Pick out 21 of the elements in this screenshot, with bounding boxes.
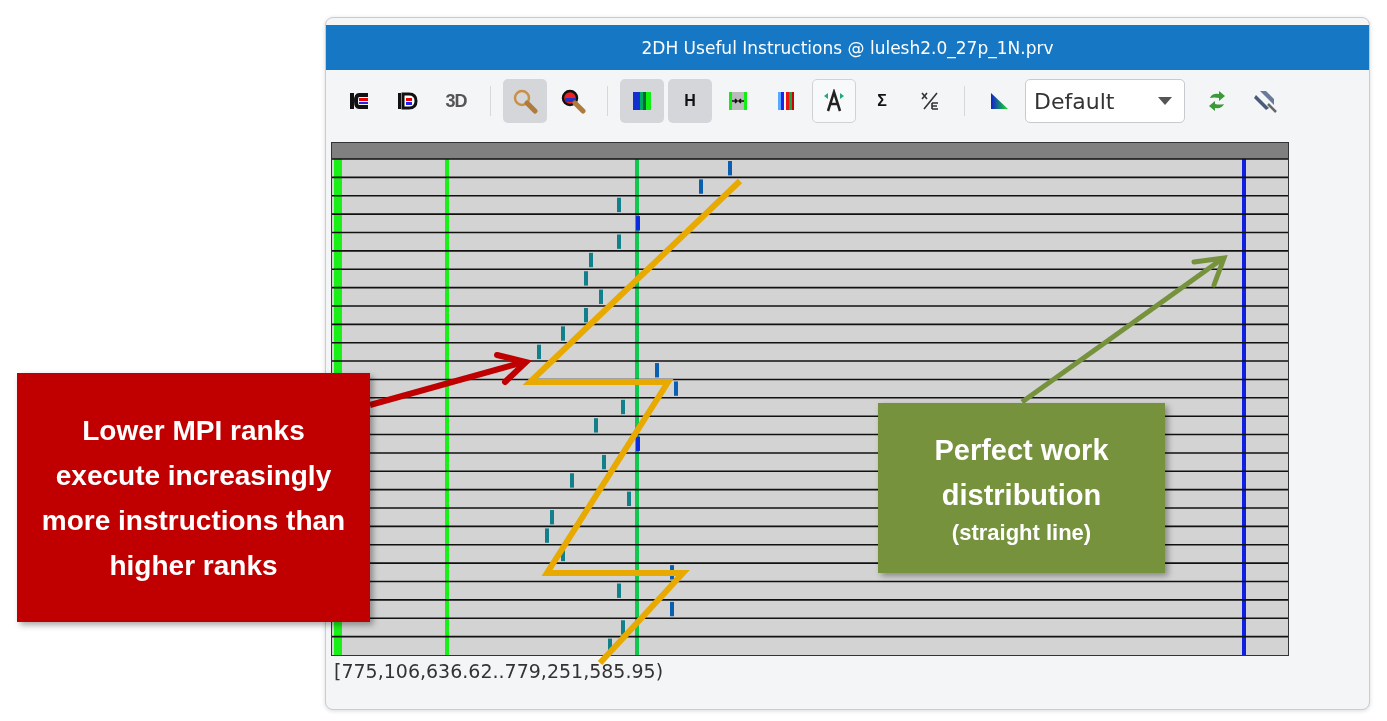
arrows-icon [727, 90, 749, 112]
callout-text: Perfect work distribution [933, 433, 1110, 513]
callout-note: (straight line) [951, 519, 1092, 547]
caret-icon [1158, 97, 1172, 105]
triangle-icon [988, 90, 1010, 112]
window-title: 2DH Useful Instructions @ lulesh2.0_27p_1N.prv [326, 25, 1369, 70]
magnifier-icon [560, 88, 586, 114]
pin-icon [1252, 88, 1278, 114]
color-bars-icon [775, 90, 797, 112]
letter-d-icon [396, 90, 420, 112]
color-bars-icon [631, 90, 653, 112]
fraction-icon [919, 90, 941, 112]
gradient-button[interactable] [620, 79, 664, 123]
callout-text: Lower MPI ranks execute increasingly more instructions than higher ranks [41, 413, 346, 583]
status-text: [775,106,636.62..779,251,585.95) [333, 659, 665, 682]
palette-dropdown[interactable]: Default [1025, 79, 1185, 123]
toolbar-button[interactable]: H [668, 79, 712, 123]
labels-button[interactable] [812, 79, 856, 123]
toolbar-button[interactable]: 3D [434, 79, 478, 123]
toolbar-button[interactable]: Σ [860, 79, 904, 123]
magnifier-icon [512, 88, 538, 114]
